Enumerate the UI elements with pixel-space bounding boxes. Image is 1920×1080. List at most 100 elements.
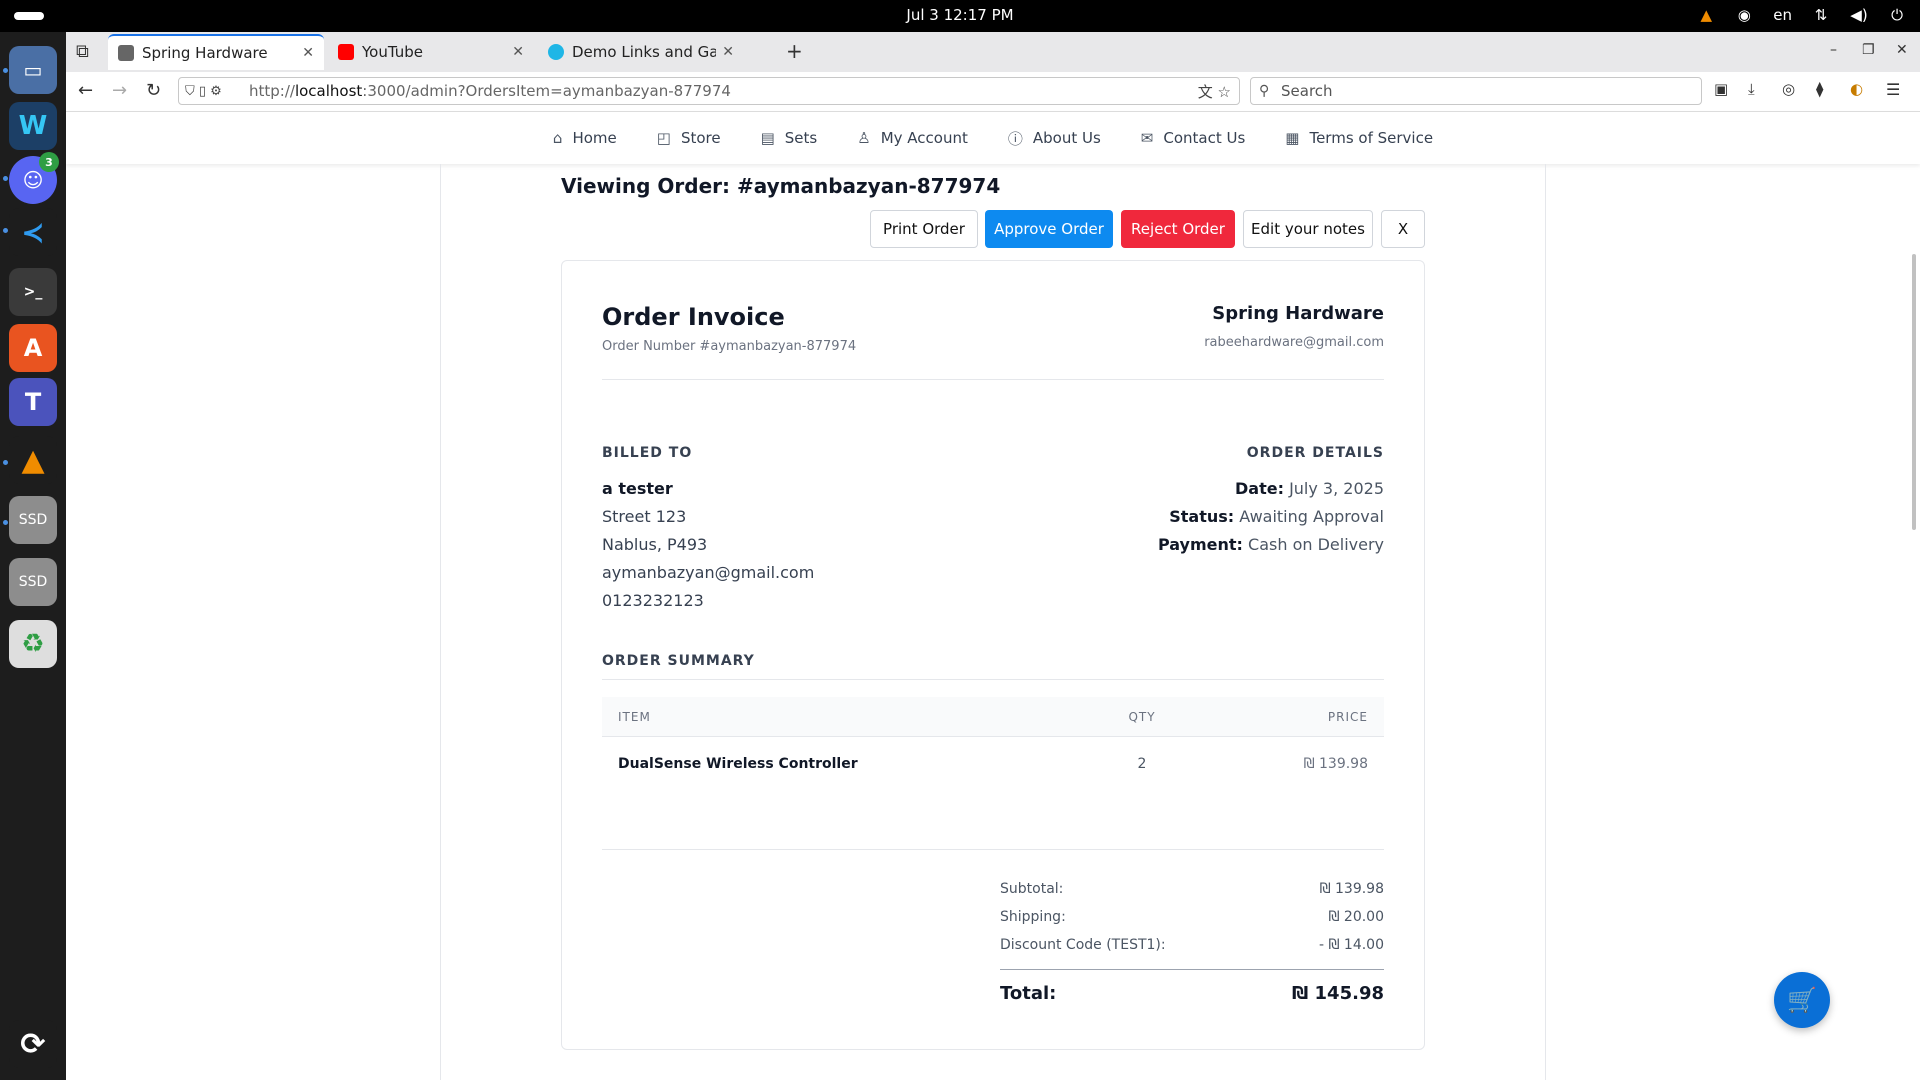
vscode-icon[interactable]: ≺: [9, 208, 57, 256]
nav-contact-us[interactable]: ✉ Contact Us: [1141, 129, 1246, 147]
home-icon: ⌂: [552, 129, 563, 147]
bookmark-icon: ▤: [760, 129, 775, 147]
reject-order-button[interactable]: Reject Order: [1121, 210, 1235, 248]
close-tab-icon[interactable]: ✕: [512, 44, 524, 60]
nav-sets[interactable]: ▤ Sets: [761, 129, 818, 147]
document-icon: ▦: [1285, 129, 1300, 147]
terminal-icon[interactable]: >_: [9, 268, 57, 316]
billed-email: aymanbazyan@gmail.com: [602, 563, 815, 582]
shield-icon[interactable]: ⛉ ▯ ⚙: [185, 84, 222, 99]
search-input[interactable]: ⚲ Search: [1250, 77, 1702, 105]
close-tab-icon[interactable]: ✕: [302, 45, 314, 61]
item-name: DualSense Wireless Controller: [618, 756, 858, 772]
page-title: Viewing Order: #aymanbazyan-877974: [561, 174, 1001, 198]
print-order-button[interactable]: Print Order: [870, 210, 978, 248]
trash-icon[interactable]: ♻: [9, 620, 57, 668]
system-tray: ▲ ◉ en ⇅ ◀) ⏻: [1697, 6, 1906, 24]
search-icon: ⚲: [1259, 83, 1270, 99]
back-icon[interactable]: ←: [78, 80, 93, 101]
nav-about-us[interactable]: ⓘ About Us: [1008, 128, 1101, 149]
discord-icon[interactable]: ☺ 3: [9, 152, 59, 204]
browser-toolbar: ← → ↻ ⛉ ▯ ⚙ http://localhost:3000/admin?…: [66, 72, 1920, 112]
search-placeholder: Search: [1281, 82, 1333, 100]
detail-label: Status:: [1169, 507, 1235, 526]
addon-icon[interactable]: ◐: [1850, 80, 1863, 98]
pocket-icon[interactable]: ▣: [1714, 80, 1728, 98]
column-header: PRICE: [1327, 709, 1368, 724]
account-icon[interactable]: ◎: [1782, 80, 1795, 98]
demo-favicon-icon: [548, 44, 564, 60]
show-apps-icon[interactable]: ⟳: [9, 1020, 57, 1068]
volume-icon[interactable]: ◀): [1850, 6, 1868, 24]
close-order-button[interactable]: X: [1381, 210, 1425, 248]
new-tab-icon[interactable]: +: [786, 39, 803, 63]
order-number: Order Number #aymanbazyan-877974: [602, 339, 857, 354]
shipping-value: ₪ 20.00: [1328, 909, 1384, 925]
menu-icon[interactable]: ☰: [1886, 80, 1900, 99]
running-indicator: [3, 176, 8, 181]
system-clock[interactable]: Jul 3 12:17 PM: [0, 6, 1920, 24]
ssd-drive-icon[interactable]: SSD: [9, 496, 57, 544]
ssd-drive-icon[interactable]: SSD: [9, 558, 57, 606]
teams-icon[interactable]: T: [9, 378, 57, 426]
bookmark-star-icon[interactable]: 文 ☆: [1198, 81, 1231, 102]
minimize-icon[interactable]: –: [1830, 42, 1837, 58]
tab-spring-hardware[interactable]: Spring Hardware ✕: [108, 34, 324, 70]
totals-label: Subtotal:: [1000, 881, 1064, 897]
divider: [602, 379, 1384, 380]
order-details-heading: ORDER DETAILS: [1246, 445, 1384, 461]
restore-icon[interactable]: ❐: [1862, 42, 1875, 58]
billed-street: Street 123: [602, 507, 687, 526]
table-row: DualSense Wireless Controller 2 ₪ 139.98: [602, 737, 1384, 791]
tab-demo-links[interactable]: Demo Links and Gallery | ✕: [538, 34, 744, 70]
nav-store[interactable]: ◰ Store: [657, 129, 721, 147]
item-qty: 2: [1137, 756, 1147, 772]
nav-terms[interactable]: ▦ Terms of Service: [1285, 129, 1433, 147]
reload-icon[interactable]: ↻: [146, 80, 161, 101]
power-icon[interactable]: ⏻: [1888, 6, 1906, 24]
extensions-icon[interactable]: ⧫: [1816, 80, 1823, 98]
page-favicon-icon: [118, 45, 134, 61]
divider: [602, 679, 1384, 680]
order-summary-heading: ORDER SUMMARY: [602, 653, 755, 669]
detail-value: July 3, 2025: [1289, 479, 1384, 498]
network-icon[interactable]: ⇅: [1812, 6, 1830, 24]
info-icon: ⓘ: [1007, 129, 1023, 148]
url-host: localhost: [294, 82, 363, 100]
total-row: Total: ₪ 145.98: [1000, 983, 1384, 1004]
files-icon[interactable]: ▭: [9, 46, 57, 94]
notification-badge: 3: [39, 152, 59, 172]
forward-icon[interactable]: →: [112, 80, 127, 101]
url-prefix: http://: [249, 82, 295, 100]
billed-to-heading: BILLED TO: [602, 445, 693, 461]
nav-my-account[interactable]: ♙ My Account: [857, 129, 968, 147]
tab-overview-icon[interactable]: ⧉: [76, 41, 89, 62]
address-bar[interactable]: ⛉ ▯ ⚙ http://localhost:3000/admin?Orders…: [178, 77, 1240, 105]
close-tab-icon[interactable]: ✕: [722, 44, 734, 60]
detail-label: Payment:: [1157, 535, 1243, 554]
nav-home[interactable]: ⌂ Home: [553, 129, 617, 147]
app-center-icon[interactable]: A: [9, 324, 57, 372]
nav-label: My Account: [880, 129, 968, 147]
scrollbar-thumb[interactable]: [1912, 254, 1916, 530]
detail-value: Cash on Delivery: [1248, 535, 1384, 554]
close-window-icon[interactable]: ✕: [1896, 42, 1908, 58]
language-indicator[interactable]: en: [1773, 6, 1792, 24]
cart-button[interactable]: 🛒: [1774, 972, 1830, 1028]
approve-order-button[interactable]: Approve Order: [985, 210, 1113, 248]
running-indicator: [3, 228, 8, 233]
user-icon: ♙: [857, 129, 871, 147]
downloads-icon[interactable]: ⤓: [1748, 80, 1755, 98]
bag-icon: ◰: [656, 129, 671, 147]
edit-notes-button[interactable]: Edit your notes: [1243, 210, 1373, 248]
tab-youtube[interactable]: YouTube ✕: [328, 34, 534, 70]
vlc-tray-icon[interactable]: ▲: [1697, 6, 1715, 24]
mail-icon: ✉: [1140, 129, 1154, 147]
running-indicator: [3, 520, 8, 525]
vlc-icon[interactable]: ▲: [9, 436, 57, 484]
order-date: Date: July 3, 2025: [1235, 479, 1384, 498]
windsurf-icon[interactable]: W: [9, 102, 57, 150]
discord-tray-icon[interactable]: ◉: [1735, 6, 1753, 24]
dock: ▭ W ☺ 3 ≺ >_ A T ▲ SSD SSD ♻ ⟳: [0, 32, 66, 1080]
nav-label: Contact Us: [1163, 129, 1246, 147]
